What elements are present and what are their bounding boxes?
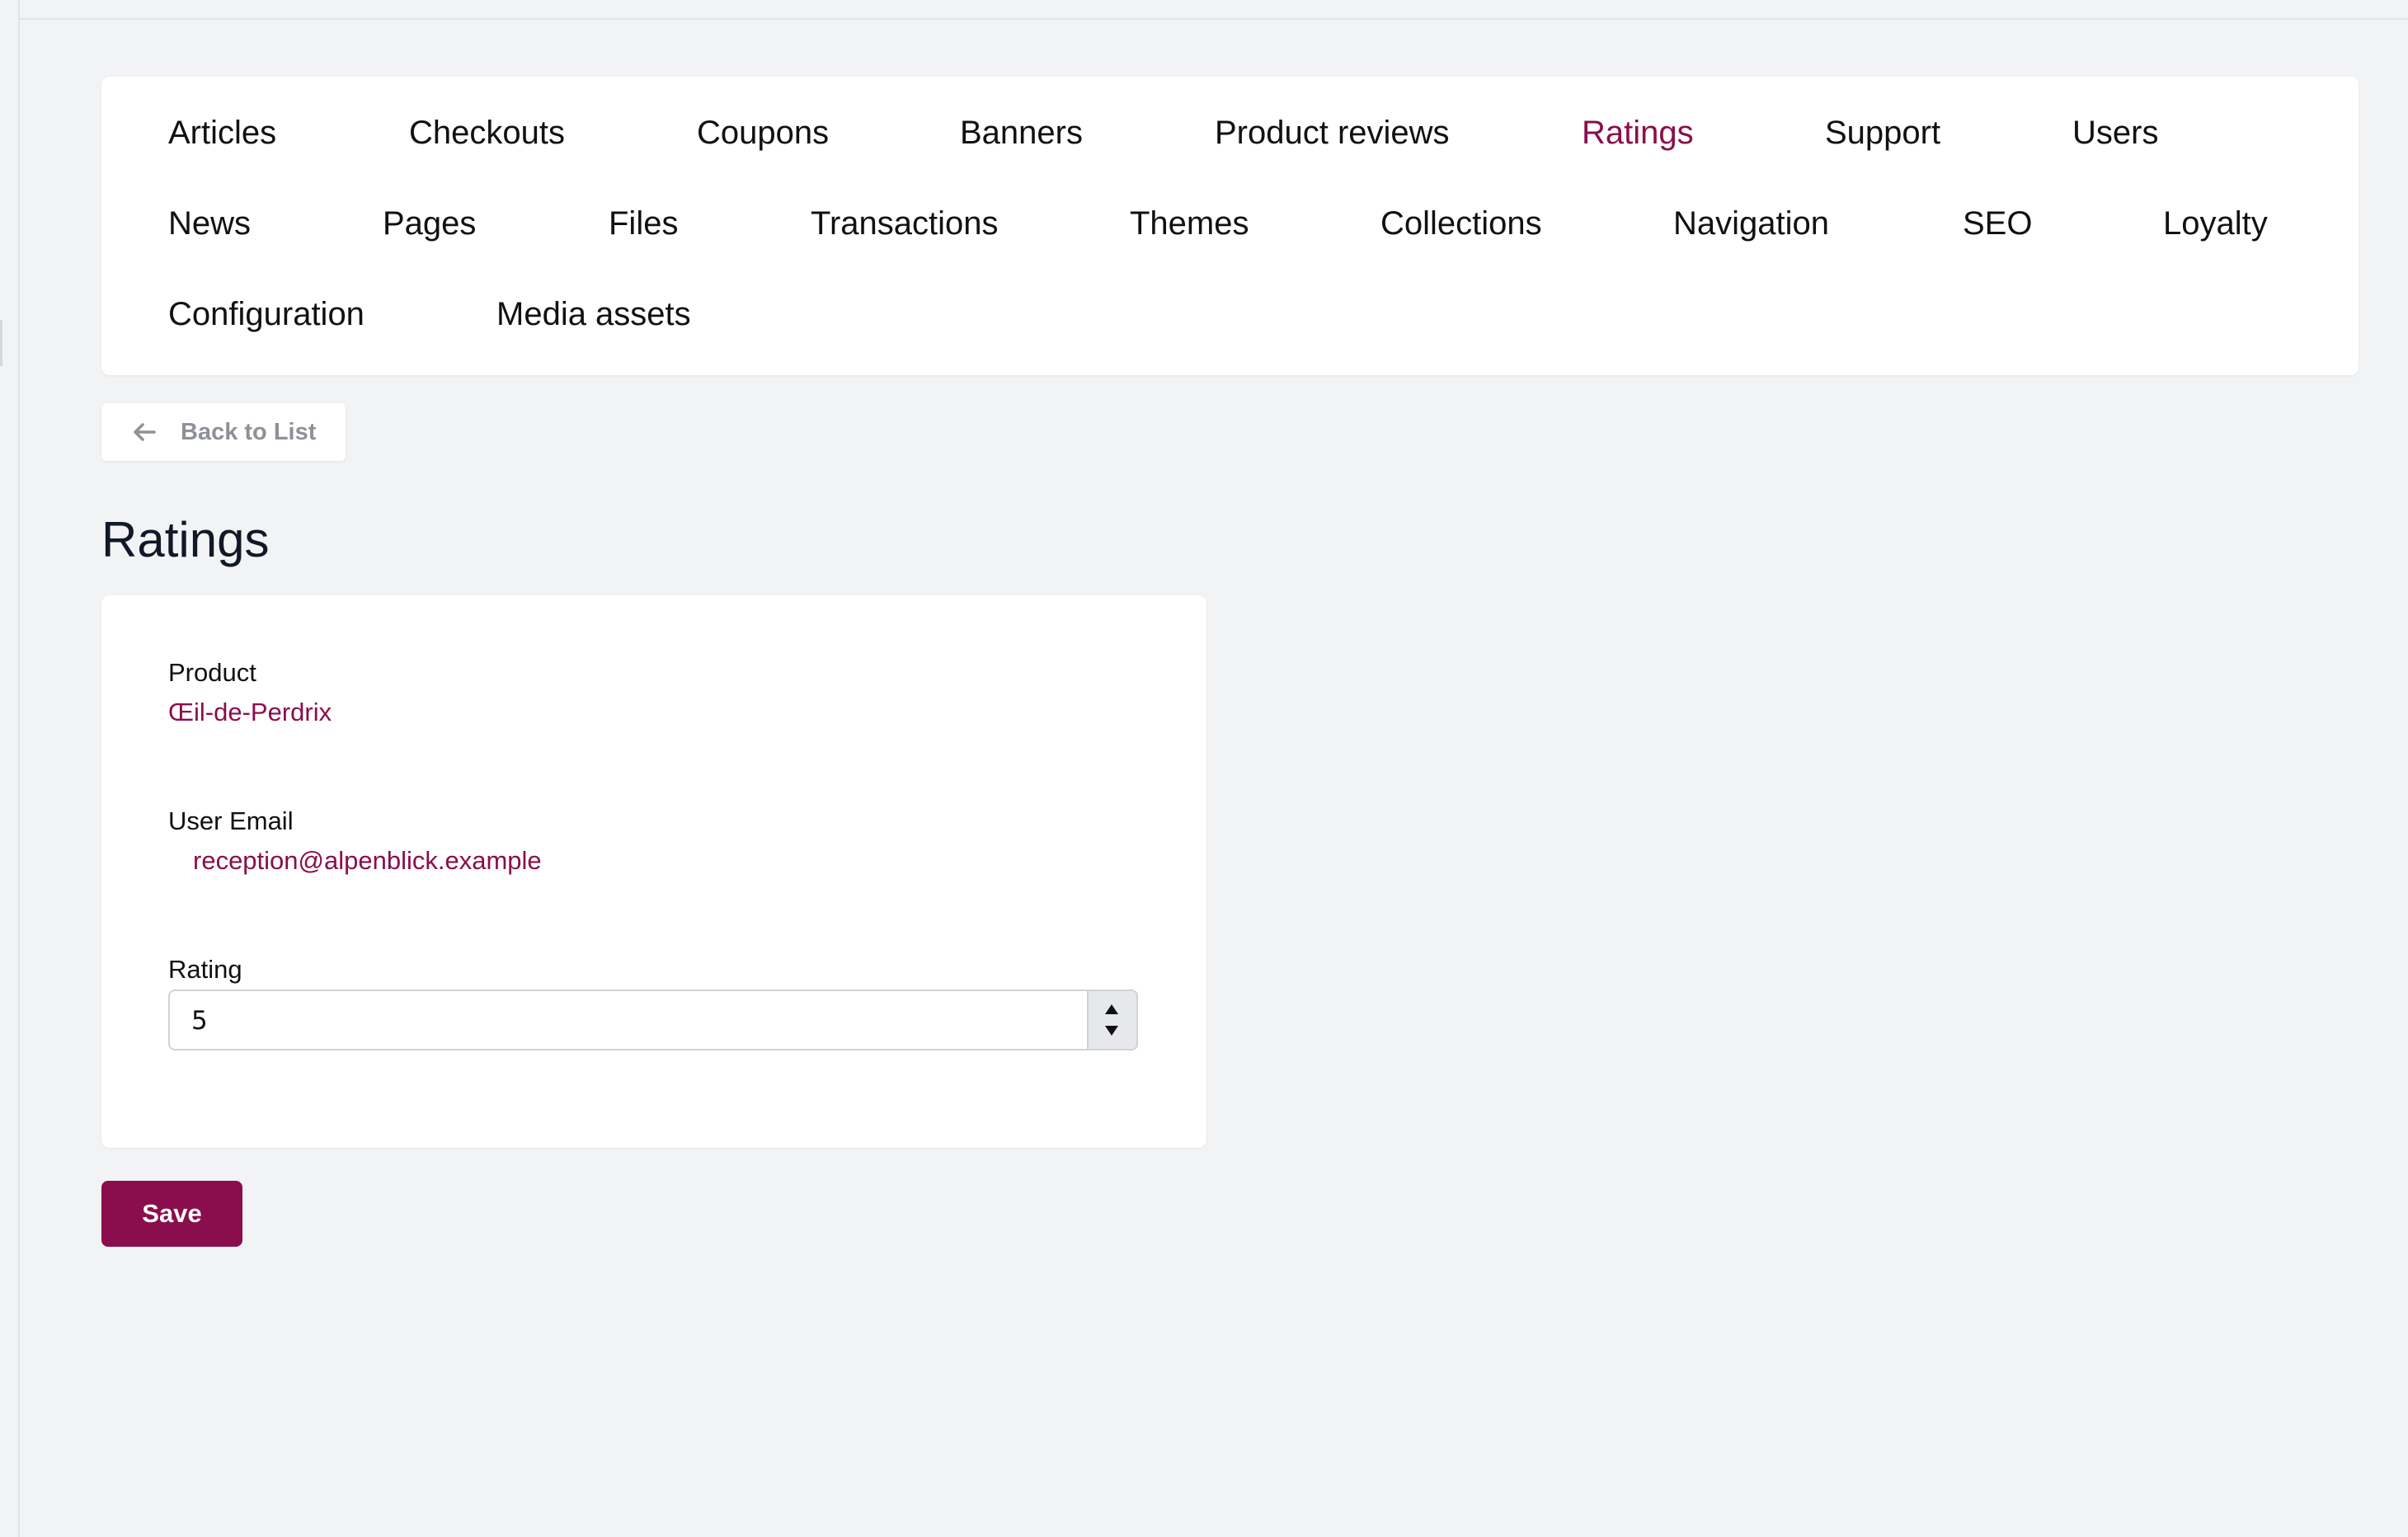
top-border [0, 0, 2408, 20]
nav-link-articles[interactable]: Articles [168, 116, 276, 149]
rating-stepper[interactable] [1087, 991, 1136, 1049]
arrow-left-icon [133, 422, 156, 442]
nav-link-ratings[interactable]: Ratings [1582, 116, 1694, 149]
nav-link-media-assets[interactable]: Media assets [496, 298, 691, 331]
nav-link-pages[interactable]: Pages [383, 207, 476, 240]
page-title: Ratings [101, 512, 270, 567]
save-button[interactable]: Save [101, 1181, 242, 1247]
rating-label: Rating [168, 955, 242, 984]
nav-link-collections[interactable]: Collections [1380, 207, 1542, 240]
nav-link-files[interactable]: Files [609, 207, 678, 240]
stepper-up-icon[interactable] [1105, 1004, 1118, 1014]
product-label: Product [168, 658, 256, 687]
nav-link-loyalty[interactable]: Loyalty [2163, 207, 2268, 240]
back-to-list-label: Back to List [181, 418, 317, 445]
rating-value: 5 [191, 1006, 208, 1036]
nav-link-users[interactable]: Users [2072, 116, 2158, 149]
user-email-link[interactable]: reception@alpenblick.example [193, 846, 542, 876]
nav-link-checkouts[interactable]: Checkouts [409, 116, 565, 149]
nav-link-seo[interactable]: SEO [1963, 207, 2032, 240]
rating-form-card: Product Œil-de-Perdrix User Email recept… [101, 595, 1206, 1148]
left-rail-marker [0, 320, 2, 366]
nav-link-support[interactable]: Support [1825, 116, 1940, 149]
nav-card: Articles Checkouts Coupons Banners Produ… [101, 77, 2359, 375]
user-email-label: User Email [168, 806, 294, 835]
nav-link-themes[interactable]: Themes [1130, 207, 1249, 240]
stepper-down-icon[interactable] [1105, 1026, 1118, 1036]
rating-input[interactable]: 5 [168, 989, 1138, 1051]
nav-link-product-reviews[interactable]: Product reviews [1215, 116, 1450, 149]
nav-link-coupons[interactable]: Coupons [697, 116, 829, 149]
nav-link-transactions[interactable]: Transactions [811, 207, 999, 240]
nav-link-banners[interactable]: Banners [960, 116, 1083, 149]
nav-link-navigation[interactable]: Navigation [1673, 207, 1829, 240]
back-to-list-button[interactable]: Back to List [101, 403, 346, 461]
nav-link-news[interactable]: News [168, 207, 251, 240]
left-rail [0, 0, 20, 1537]
nav-link-configuration[interactable]: Configuration [168, 298, 364, 331]
product-link[interactable]: Œil-de-Perdrix [168, 698, 332, 727]
